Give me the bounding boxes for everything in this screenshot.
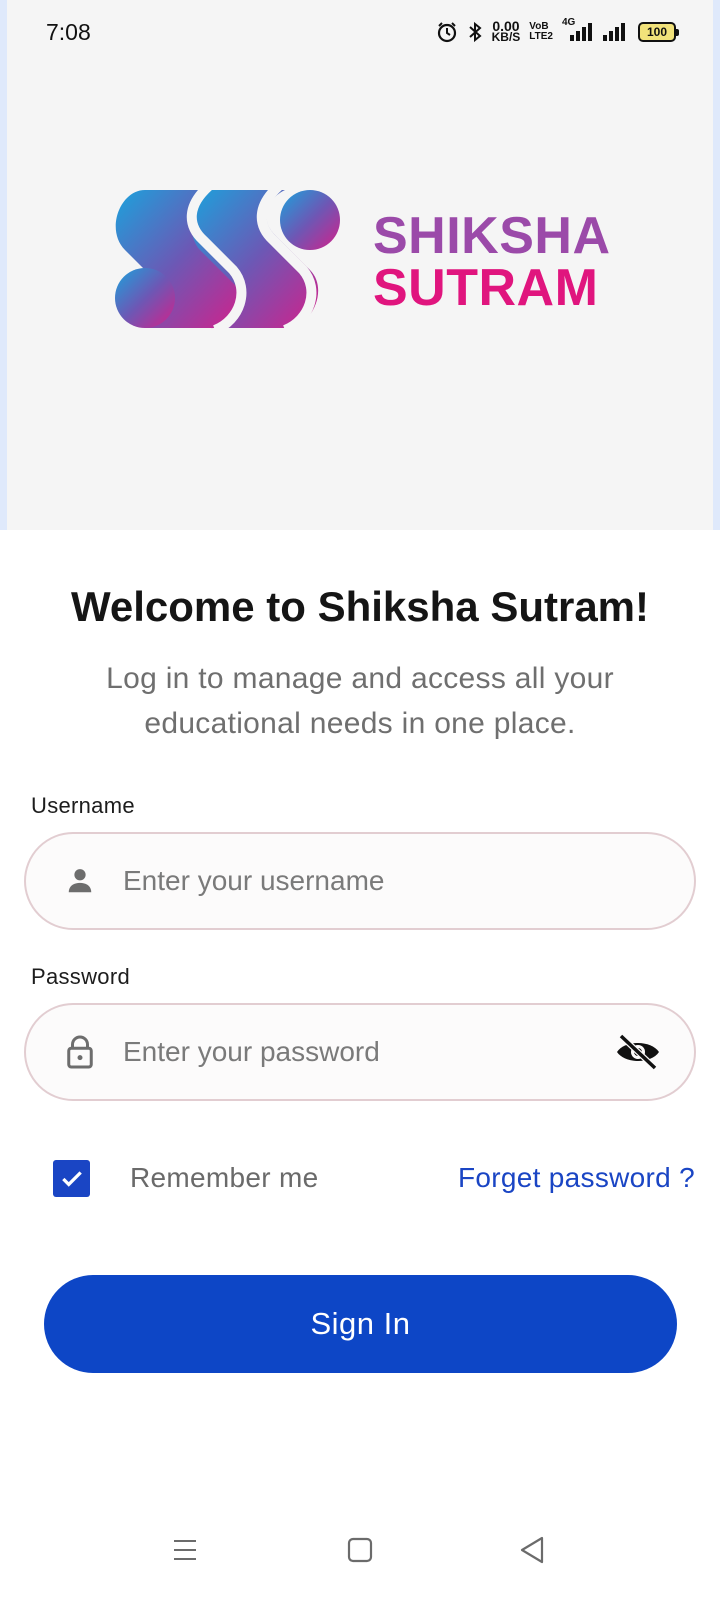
eye-off-icon[interactable] [608,1032,668,1072]
checkmark-icon [61,1170,82,1187]
net-speed-unit: KB/S [491,30,521,44]
sss-logo-mark [115,181,340,335]
username-label: Username [31,793,135,818]
password-label: Password [31,964,130,989]
network-type: 4G [562,17,576,28]
password-input[interactable] [123,1036,608,1068]
lock-icon [55,1034,105,1070]
brand-wordmark: SHIKSHA SUTRAM [373,210,611,314]
status-time: 7:08 [46,18,91,45]
signal-icon: 4G [562,17,592,43]
menu-icon[interactable] [155,1520,215,1580]
status-icons: 0.00 KB/S VoB LTE2 4G 100 [436,17,679,44]
username-input[interactable] [123,865,694,897]
forgot-password-link[interactable]: Forget password ? [458,1162,695,1194]
login-screen: 7:08 0.00 KB/S VoB LTE2 4G 100 SHIKSHA S… [0,0,720,1600]
status-bar: 7:08 0.00 KB/S VoB LTE2 4G 100 [0,0,720,64]
home-square-icon[interactable] [330,1520,390,1580]
sign-in-button[interactable]: Sign In [44,1275,677,1373]
person-icon [55,866,105,896]
welcome-title: Welcome to Shiksha Sutram! [70,583,650,630]
battery-icon: 100 [638,22,679,42]
remember-me-label[interactable]: Remember me [130,1162,318,1194]
password-field[interactable] [24,1003,696,1101]
remember-row: Remember me Forget password ? [0,1156,720,1206]
remember-me-checkbox[interactable] [53,1160,90,1197]
welcome-subtitle: Log in to manage and access all your edu… [106,662,614,740]
bluetooth-icon [467,21,483,43]
system-nav-bar [0,1520,720,1580]
net-speed: 0.00 KB/S [491,19,521,44]
signal-icon-2 [601,21,629,43]
volte-bottom: LTE2 [529,31,553,42]
alarm-icon [436,21,458,43]
brand-line2: SUTRAM [373,259,599,317]
brand-line1: SHIKSHA [373,207,611,265]
back-triangle-icon[interactable] [502,1520,562,1580]
volte-indicator: VoB LTE2 [529,22,553,42]
username-field[interactable] [24,832,696,930]
